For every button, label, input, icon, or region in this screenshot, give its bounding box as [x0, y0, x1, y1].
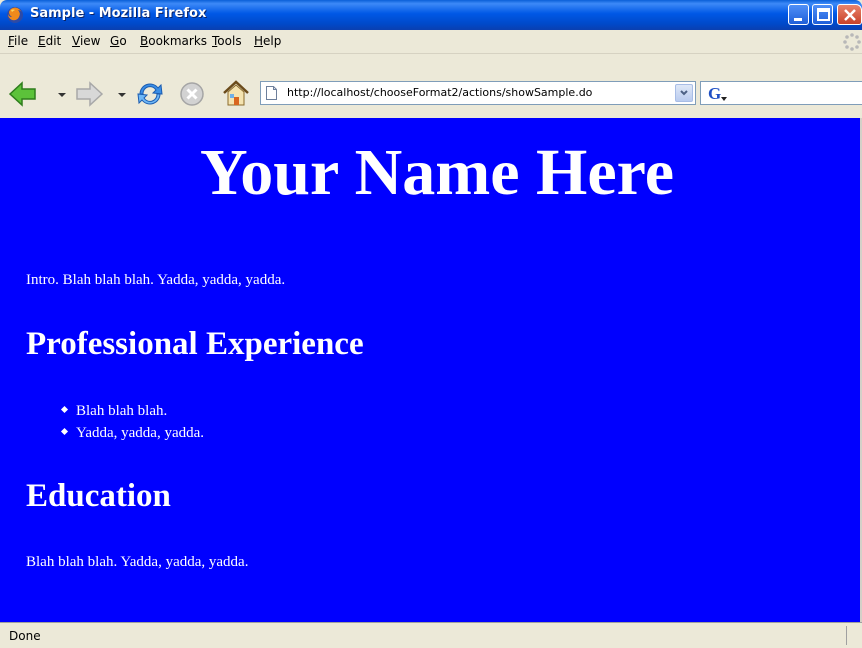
maximize-button[interactable]	[812, 4, 833, 25]
home-icon[interactable]	[220, 78, 252, 108]
search-bar[interactable]: G	[700, 81, 862, 105]
window-title: Sample - Mozilla Firefox	[30, 6, 207, 21]
stop-icon[interactable]	[178, 80, 206, 108]
title-bar[interactable]: Sample - Mozilla Firefox	[0, 0, 862, 30]
url-bar[interactable]: http://localhost/chooseFormat2/actions/s…	[260, 81, 696, 105]
status-bar: Done	[0, 622, 862, 648]
menu-view[interactable]: View	[72, 34, 100, 48]
browser-window: Sample - Mozilla Firefox File Edit View …	[0, 0, 862, 648]
google-icon[interactable]: G	[707, 84, 729, 103]
experience-list: Blah blah blah. Yadda, yadda, yadda.	[62, 400, 204, 444]
minimize-button[interactable]	[788, 4, 809, 25]
name-heading: Your Name Here	[199, 136, 675, 209]
forward-arrow-icon[interactable]	[74, 80, 104, 108]
maximize-icon	[817, 8, 830, 21]
url-text: http://localhost/chooseFormat2/actions/s…	[287, 86, 593, 99]
navigation-toolbar: http://localhost/chooseFormat2/actions/s…	[0, 54, 862, 119]
education-heading: Education	[26, 478, 171, 514]
chevron-down-icon	[680, 90, 688, 96]
minimize-icon	[794, 18, 802, 21]
back-dropdown-icon[interactable]	[58, 93, 66, 97]
page-content: Your Name Here Intro. Blah blah blah. Ya…	[14, 118, 860, 622]
menu-file[interactable]: File	[8, 34, 28, 48]
education-paragraph: Blah blah blah. Yadda, yadda, yadda.	[26, 554, 249, 570]
content-left-border	[0, 118, 14, 622]
intro-paragraph: Intro. Blah blah blah. Yadda, yadda, yad…	[26, 272, 286, 288]
list-item: Blah blah blah.	[62, 400, 204, 422]
reload-icon[interactable]	[134, 79, 166, 109]
svg-text:G: G	[708, 84, 721, 103]
menu-tools[interactable]: Tools	[212, 34, 242, 48]
firefox-icon	[7, 7, 23, 23]
forward-dropdown-icon[interactable]	[118, 93, 126, 97]
close-icon	[844, 9, 856, 21]
close-button[interactable]	[837, 4, 862, 25]
menu-help[interactable]: Help	[254, 34, 281, 48]
throbber-icon	[843, 33, 861, 51]
page-icon	[266, 86, 277, 100]
url-history-dropdown[interactable]	[675, 84, 693, 102]
status-divider	[846, 626, 847, 645]
status-text: Done	[9, 629, 41, 643]
menu-edit[interactable]: Edit	[38, 34, 61, 48]
menu-bookmarks[interactable]: Bookmarks	[140, 34, 207, 48]
menu-go[interactable]: Go	[110, 34, 127, 48]
back-arrow-icon[interactable]	[8, 80, 38, 108]
list-item: Yadda, yadda, yadda.	[62, 422, 204, 444]
experience-heading: Professional Experience	[26, 326, 364, 362]
menu-bar: File Edit View Go Bookmarks Tools Help	[0, 30, 862, 54]
